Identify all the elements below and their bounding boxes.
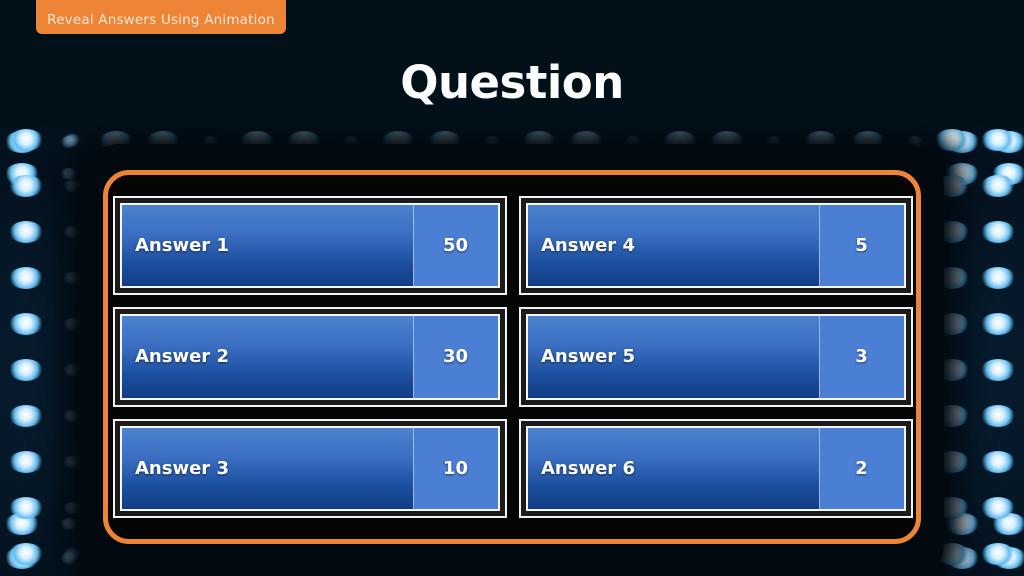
marquee-bulb [9,313,43,335]
answers-grid: Answer 1 50 Answer 4 5 Answer 2 30 Answer 5 3 An… [113,196,913,518]
marquee-bulb [63,548,81,560]
answer-panel[interactable]: Answer 4 5 [519,196,913,296]
answer-label: Answer 4 [541,235,635,257]
marquee-bulb [945,513,979,535]
answer-label: Answer 6 [541,457,635,479]
answer-panel[interactable]: Answer 6 2 [519,418,913,518]
marquee-bulb [981,175,1015,197]
marquee-bulb [63,180,81,192]
marquee-bulb [945,547,979,569]
answer-score-value: 2 [855,457,868,479]
game-board-slide: Reveal Answers Using Animation Question … [0,0,1024,576]
answer-score-box: 10 [413,427,498,509]
answer-score-box: 30 [413,316,498,398]
marquee-bulb [9,359,43,381]
answer-panel[interactable]: Answer 3 10 [113,418,507,518]
answer-score-value: 3 [855,346,868,368]
answer-score-value: 10 [442,457,469,479]
marquee-bulb [63,502,81,514]
marquee-bulb [981,405,1015,427]
marquee-bulb [981,313,1015,335]
marquee-bulb [945,131,979,153]
marquee-bulb [981,497,1015,519]
reveal-answers-tab-label: Reveal Answers Using Animation [47,12,275,28]
marquee-bulb [9,451,43,473]
answer-label: Answer 3 [135,457,229,479]
marquee-bulb [9,497,43,519]
answer-panel-inner: Answer 2 30 [120,314,500,400]
answer-label: Answer 2 [135,346,229,368]
marquee-bulb [63,364,81,376]
answer-score-value: 30 [442,346,469,368]
marquee-bulb [981,267,1015,289]
marquee-bulb [9,221,43,243]
marquee-bulb [9,129,43,151]
answer-panel-inner: Answer 4 5 [526,203,906,289]
answer-panel-inner: Answer 3 10 [120,425,500,511]
marquee-bulb [5,163,39,185]
marquee-bulb [60,518,78,530]
answer-panel[interactable]: Answer 1 50 [113,196,507,296]
answer-score-box: 5 [819,205,904,287]
answer-score-box: 2 [819,427,904,509]
marquee-bulb [60,552,78,564]
marquee-bulb [992,163,1024,185]
answer-panel-inner: Answer 6 2 [526,425,906,511]
marquee-bulb [9,543,43,565]
marquee-bulb [981,451,1015,473]
marquee-bulb [981,543,1015,565]
answer-score-box: 50 [413,205,498,287]
answer-panel-inner: Answer 5 3 [526,314,906,400]
marquee-bulb [9,267,43,289]
marquee-bulb [992,131,1024,153]
marquee-bulb [60,136,78,148]
answer-bar: Answer 3 [122,427,413,509]
marquee-bulb [981,359,1015,381]
marquee-bulb [63,134,81,146]
marquee-bulb [63,226,81,238]
answer-panel[interactable]: Answer 2 30 [113,307,507,407]
answer-panel-inner: Answer 1 50 [120,203,500,289]
marquee-bulb [945,163,979,185]
marquee-bulb [5,131,39,153]
page-title: Question [400,56,624,109]
marquee-bulb [992,547,1024,569]
marquee-bulb [9,175,43,197]
marquee-bulb [981,221,1015,243]
answer-score-value: 50 [442,235,469,257]
answer-bar: Answer 1 [122,205,413,287]
marquee-bulb [5,513,39,535]
marquee-bulb [63,456,81,468]
answer-score-value: 5 [855,235,868,257]
marquee-bulb [63,410,81,422]
marquee-bulb [9,405,43,427]
answer-bar: Answer 6 [528,427,819,509]
answer-score-box: 3 [819,316,904,398]
marquee-bulb [5,547,39,569]
marquee-bulb [935,129,969,151]
marquee-bulb [63,272,81,284]
marquee-bulb [63,318,81,330]
answer-label: Answer 5 [541,346,635,368]
marquee-bulb [992,513,1024,535]
answer-panel[interactable]: Answer 5 3 [519,307,913,407]
marquee-bulb [981,129,1015,151]
answer-bar: Answer 5 [528,316,819,398]
reveal-answers-tab[interactable]: Reveal Answers Using Animation [36,0,286,34]
answer-bar: Answer 2 [122,316,413,398]
answer-label: Answer 1 [135,235,229,257]
answer-bar: Answer 4 [528,205,819,287]
marquee-bulb [60,168,78,180]
